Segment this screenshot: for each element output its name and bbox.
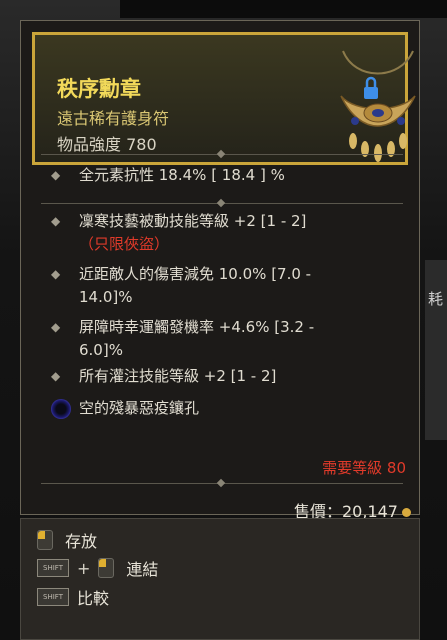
shift-key-icon: SHIFT bbox=[37, 559, 69, 577]
left-click-icon bbox=[37, 530, 53, 550]
divider bbox=[41, 149, 403, 160]
top-bar-background bbox=[120, 0, 447, 18]
socket-label: 空的殘暴惡疫鑲孔 bbox=[79, 399, 200, 417]
item-name: 秩序勳章 bbox=[57, 77, 141, 101]
side-panel-edge bbox=[425, 260, 447, 440]
left-click-icon bbox=[98, 558, 115, 578]
item-header: 秩序勳章 遠古稀有護身符 物品強度 780 bbox=[32, 32, 416, 165]
level-requirement: 需要等級 80 bbox=[322, 459, 406, 477]
lock-icon bbox=[364, 87, 378, 99]
diamond-bullet-icon: ◆ bbox=[51, 369, 61, 383]
side-panel-label: 耗 bbox=[428, 290, 444, 308]
compare-action[interactable]: SHIFT 比較 bbox=[37, 585, 109, 609]
socket-icon bbox=[51, 399, 71, 419]
store-action[interactable]: 存放 bbox=[37, 528, 97, 552]
item-tooltip: 秩序勳章 遠古稀有護身符 物品強度 780 ◆ 全元素抗性 18.4% [ 18… bbox=[20, 20, 420, 521]
gold-coin-icon bbox=[402, 508, 411, 517]
diamond-bullet-icon: ◆ bbox=[51, 214, 61, 228]
shift-key-icon: SHIFT bbox=[37, 588, 69, 606]
divider bbox=[41, 198, 403, 209]
item-rarity-type: 遠古稀有護身符 bbox=[57, 109, 170, 128]
diamond-bullet-icon: ◆ bbox=[51, 320, 61, 334]
link-action[interactable]: SHIFT + 連結 bbox=[37, 556, 158, 580]
diamond-bullet-icon: ◆ bbox=[51, 267, 61, 281]
diamond-bullet-icon: ◆ bbox=[51, 168, 61, 182]
divider bbox=[41, 478, 403, 489]
action-panel: 存放 SHIFT + 連結 SHIFT 比較 bbox=[20, 518, 420, 640]
